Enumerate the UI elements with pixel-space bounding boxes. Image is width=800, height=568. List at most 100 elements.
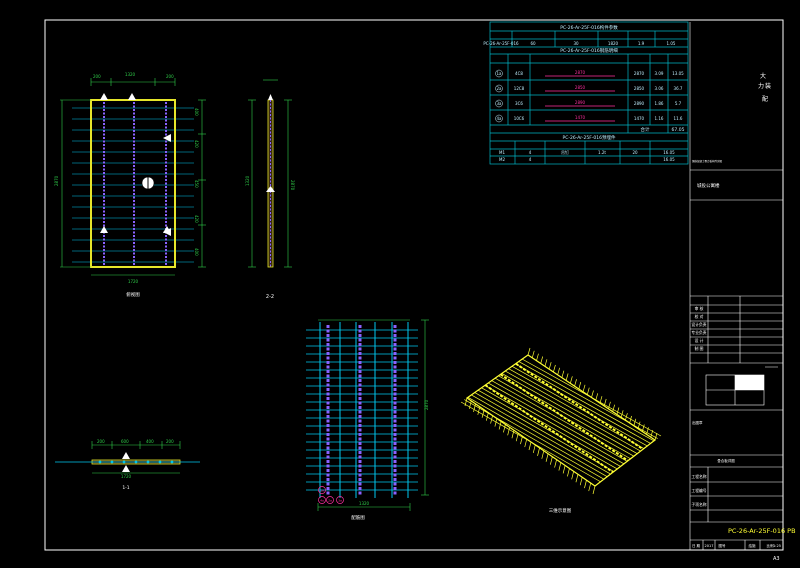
stamp-label: 出图章 <box>692 420 703 425</box>
section11-dim-4: 200 <box>166 439 174 444</box>
rebar-length: 2870 <box>634 71 645 76</box>
drawing-code: PC-26-Ar-25F-016 PB <box>728 527 796 535</box>
plan-dim-right-2: 420 <box>194 140 199 148</box>
rebar-total: 11.6 <box>674 116 683 121</box>
plan-dim-left: 2870 <box>54 175 59 186</box>
section-rebar-dot <box>146 460 150 464</box>
rebar-total: 36.7 <box>674 86 683 91</box>
company-name-4: 配 <box>762 96 768 103</box>
footer-cell: 2017 <box>705 544 714 548</box>
rebar-dim-right: 2870 <box>424 399 429 410</box>
rebar-mark-label: 3a <box>338 498 342 502</box>
plan-view-label: 俯视图 <box>126 291 140 298</box>
plan-dim-right-3: 450 <box>194 180 199 188</box>
section-rebar-dot <box>110 460 114 464</box>
plan-dim-right-1: 400 <box>194 108 199 116</box>
plan-dim-right-4: 420 <box>194 215 199 223</box>
rebar-weight: 3.09 <box>655 71 664 76</box>
rebar-total: 13.05 <box>672 71 684 76</box>
section11-dim-3: 400 <box>146 439 154 444</box>
section11-label: 1-1 <box>122 485 129 491</box>
section11-dim-1: 200 <box>97 439 105 444</box>
info-row-label: 子项名称 <box>691 502 706 507</box>
plan-dim-right-5: 400 <box>194 248 199 256</box>
section-rebar-dot <box>122 460 126 464</box>
rebar-weight: 1.16 <box>655 116 664 121</box>
rebar-mark: 2a <box>497 86 503 91</box>
param-cell: 1.9 <box>638 41 645 46</box>
embedded-cell: 20 <box>632 150 638 155</box>
table-total-label: 合计 <box>641 126 650 133</box>
info-row-label: 工程编号 <box>691 488 706 493</box>
embedded-cell: 吊钉 <box>561 149 569 155</box>
table-header-rebar: PC-26-Ar-25F-016钢筋明细 <box>560 47 618 54</box>
title-row-label: 设计负责 <box>691 322 706 327</box>
company-name-3: 装 <box>765 82 771 90</box>
embedded-cell: M1 <box>499 150 505 155</box>
rebar-mark-label: 2a <box>328 498 332 502</box>
sheet-number: A3 <box>773 556 780 562</box>
title-row-label: 审 核 <box>695 306 704 311</box>
rebar-spec: 12C8 <box>514 86 525 91</box>
embedded-cell: M2 <box>499 157 505 162</box>
section22-label: 2-2 <box>266 294 274 300</box>
rebar-length: 2850 <box>634 86 645 91</box>
param-cell: 1820 <box>608 41 619 46</box>
embedded-cell: 1.2t <box>598 150 606 155</box>
plan-dim-top-1: 200 <box>93 74 101 79</box>
rebar-shape-length: 1470 <box>575 115 586 120</box>
footer-cell: 结施 <box>749 543 757 548</box>
footer-cell: 1:25 <box>773 544 781 548</box>
table-total-value: 67.05 <box>672 127 685 133</box>
rebar-shape-length: 2890 <box>575 100 586 105</box>
param-cell: 30 <box>573 41 579 46</box>
project-name: 城投公寓楼 <box>697 182 720 189</box>
section-rebar-dot <box>98 460 102 464</box>
title-row-label: 专业负责 <box>691 330 706 335</box>
rebar-spec: 3C6 <box>515 101 523 106</box>
rebar-shape-length: 2850 <box>575 85 586 90</box>
rebar-spec: 4C8 <box>515 71 523 76</box>
param-cell: PC-26-Ar-25F-016 <box>483 41 519 46</box>
section-rebar-dot <box>158 460 162 464</box>
embedded-cell: 4 <box>529 157 532 162</box>
table-header-embedded: PC-26-Ar-25F-016预埋件 <box>562 134 616 141</box>
section11-dim-bottom: 1720 <box>121 474 132 479</box>
company-name-2: 力 <box>758 82 764 90</box>
rebar-mark: 4a <box>497 116 503 121</box>
footer-cell: 图号 <box>719 543 727 548</box>
rebar-spec: 10C6 <box>514 116 525 121</box>
embedded-cell: 16.05 <box>663 150 675 155</box>
section22-dim-left: 1320 <box>245 175 250 186</box>
rebar-shape-length: 2870 <box>575 70 586 75</box>
title-row-label: 设 计 <box>695 338 704 343</box>
section11-dim-2: 600 <box>121 439 129 444</box>
rebar-length: 1470 <box>634 116 645 121</box>
rebar-mark: 1a <box>497 71 503 76</box>
title-row-label: 校 对 <box>695 314 704 319</box>
plan-dim-bottom: 1720 <box>128 279 139 284</box>
rebar-dim-bottom: 1320 <box>359 501 370 506</box>
iso-view-label: 三维示意图 <box>549 507 572 514</box>
table-header-params: PC-26-Ar-25F-016构件参数 <box>560 24 618 31</box>
small-note: 钢筋混凝土叠合板构件详图 <box>692 159 723 163</box>
title-row-label: 制 图 <box>695 346 704 351</box>
param-cell: 60 <box>530 41 536 46</box>
param-cell: 1.05 <box>667 41 676 46</box>
rebar-total: 5.7 <box>675 101 682 106</box>
rebar-view-label: 配筋图 <box>351 514 365 521</box>
plan-dim-top-2: 1320 <box>125 72 136 77</box>
rebar-weight: 3.06 <box>655 86 664 91</box>
info-row-label: 工程名称 <box>691 474 706 479</box>
embedded-cell: 4 <box>529 150 532 155</box>
rebar-mark: 3a <box>497 101 503 106</box>
rebar-weight: 1.86 <box>655 101 664 106</box>
plan-dim-top-3: 200 <box>166 74 174 79</box>
rebar-length: 2890 <box>634 101 645 106</box>
company-name-1: 大 <box>760 72 766 80</box>
drawing-name: 叠合板详图 <box>717 458 735 463</box>
footer-cell: 日 期 <box>692 543 701 548</box>
embedded-cell: 16.05 <box>663 157 675 162</box>
rebar-mark-label: 1a <box>320 488 324 492</box>
cad-drawing-sheet: A3 PC-26-Ar-25F-016构件参数 PC-26-Ar-25F-016… <box>0 0 800 568</box>
